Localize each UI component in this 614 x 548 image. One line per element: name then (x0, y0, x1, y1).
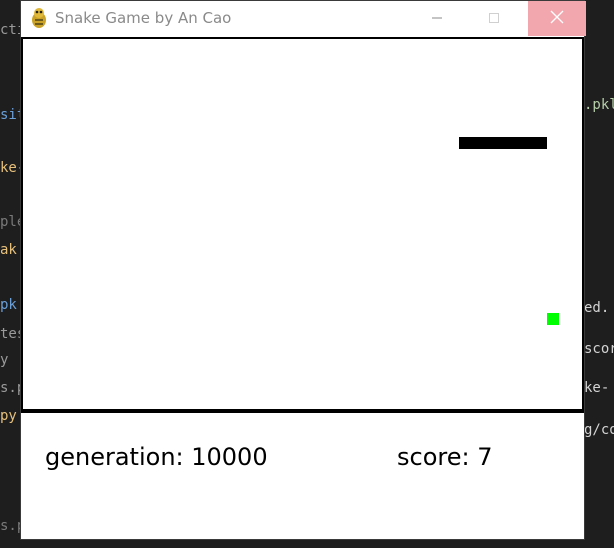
editor-fragment: y (0, 352, 9, 368)
game-window: Snake Game by An Cao generation: 10000 s… (20, 0, 586, 540)
minimize-button[interactable] (414, 1, 460, 36)
status-panel: generation: 10000 score: 7 (21, 413, 584, 539)
editor-fragment: ed. (584, 300, 610, 316)
editor-fragment: ak (0, 242, 17, 258)
generation-counter: generation: 10000 (45, 443, 268, 471)
minimize-icon (431, 9, 443, 28)
maximize-icon (488, 9, 500, 28)
editor-fragment: scor (584, 341, 614, 357)
editor-fragment: ke- (584, 380, 610, 396)
close-button[interactable] (528, 1, 586, 36)
snake-body (459, 137, 547, 149)
editor-fragment: pk (0, 297, 17, 313)
editor-fragment: py (0, 408, 17, 424)
editor-fragment: g/co (584, 422, 614, 438)
maximize-button[interactable] (471, 1, 517, 36)
close-icon (550, 9, 564, 28)
food-pellet (547, 313, 559, 325)
window-title: Snake Game by An Cao (55, 9, 232, 27)
game-board (21, 37, 584, 413)
title-bar[interactable]: Snake Game by An Cao (21, 1, 586, 36)
pygame-snake-icon (29, 7, 49, 29)
score-counter: score: 7 (397, 443, 493, 471)
editor-fragment: .pkl (584, 97, 614, 113)
